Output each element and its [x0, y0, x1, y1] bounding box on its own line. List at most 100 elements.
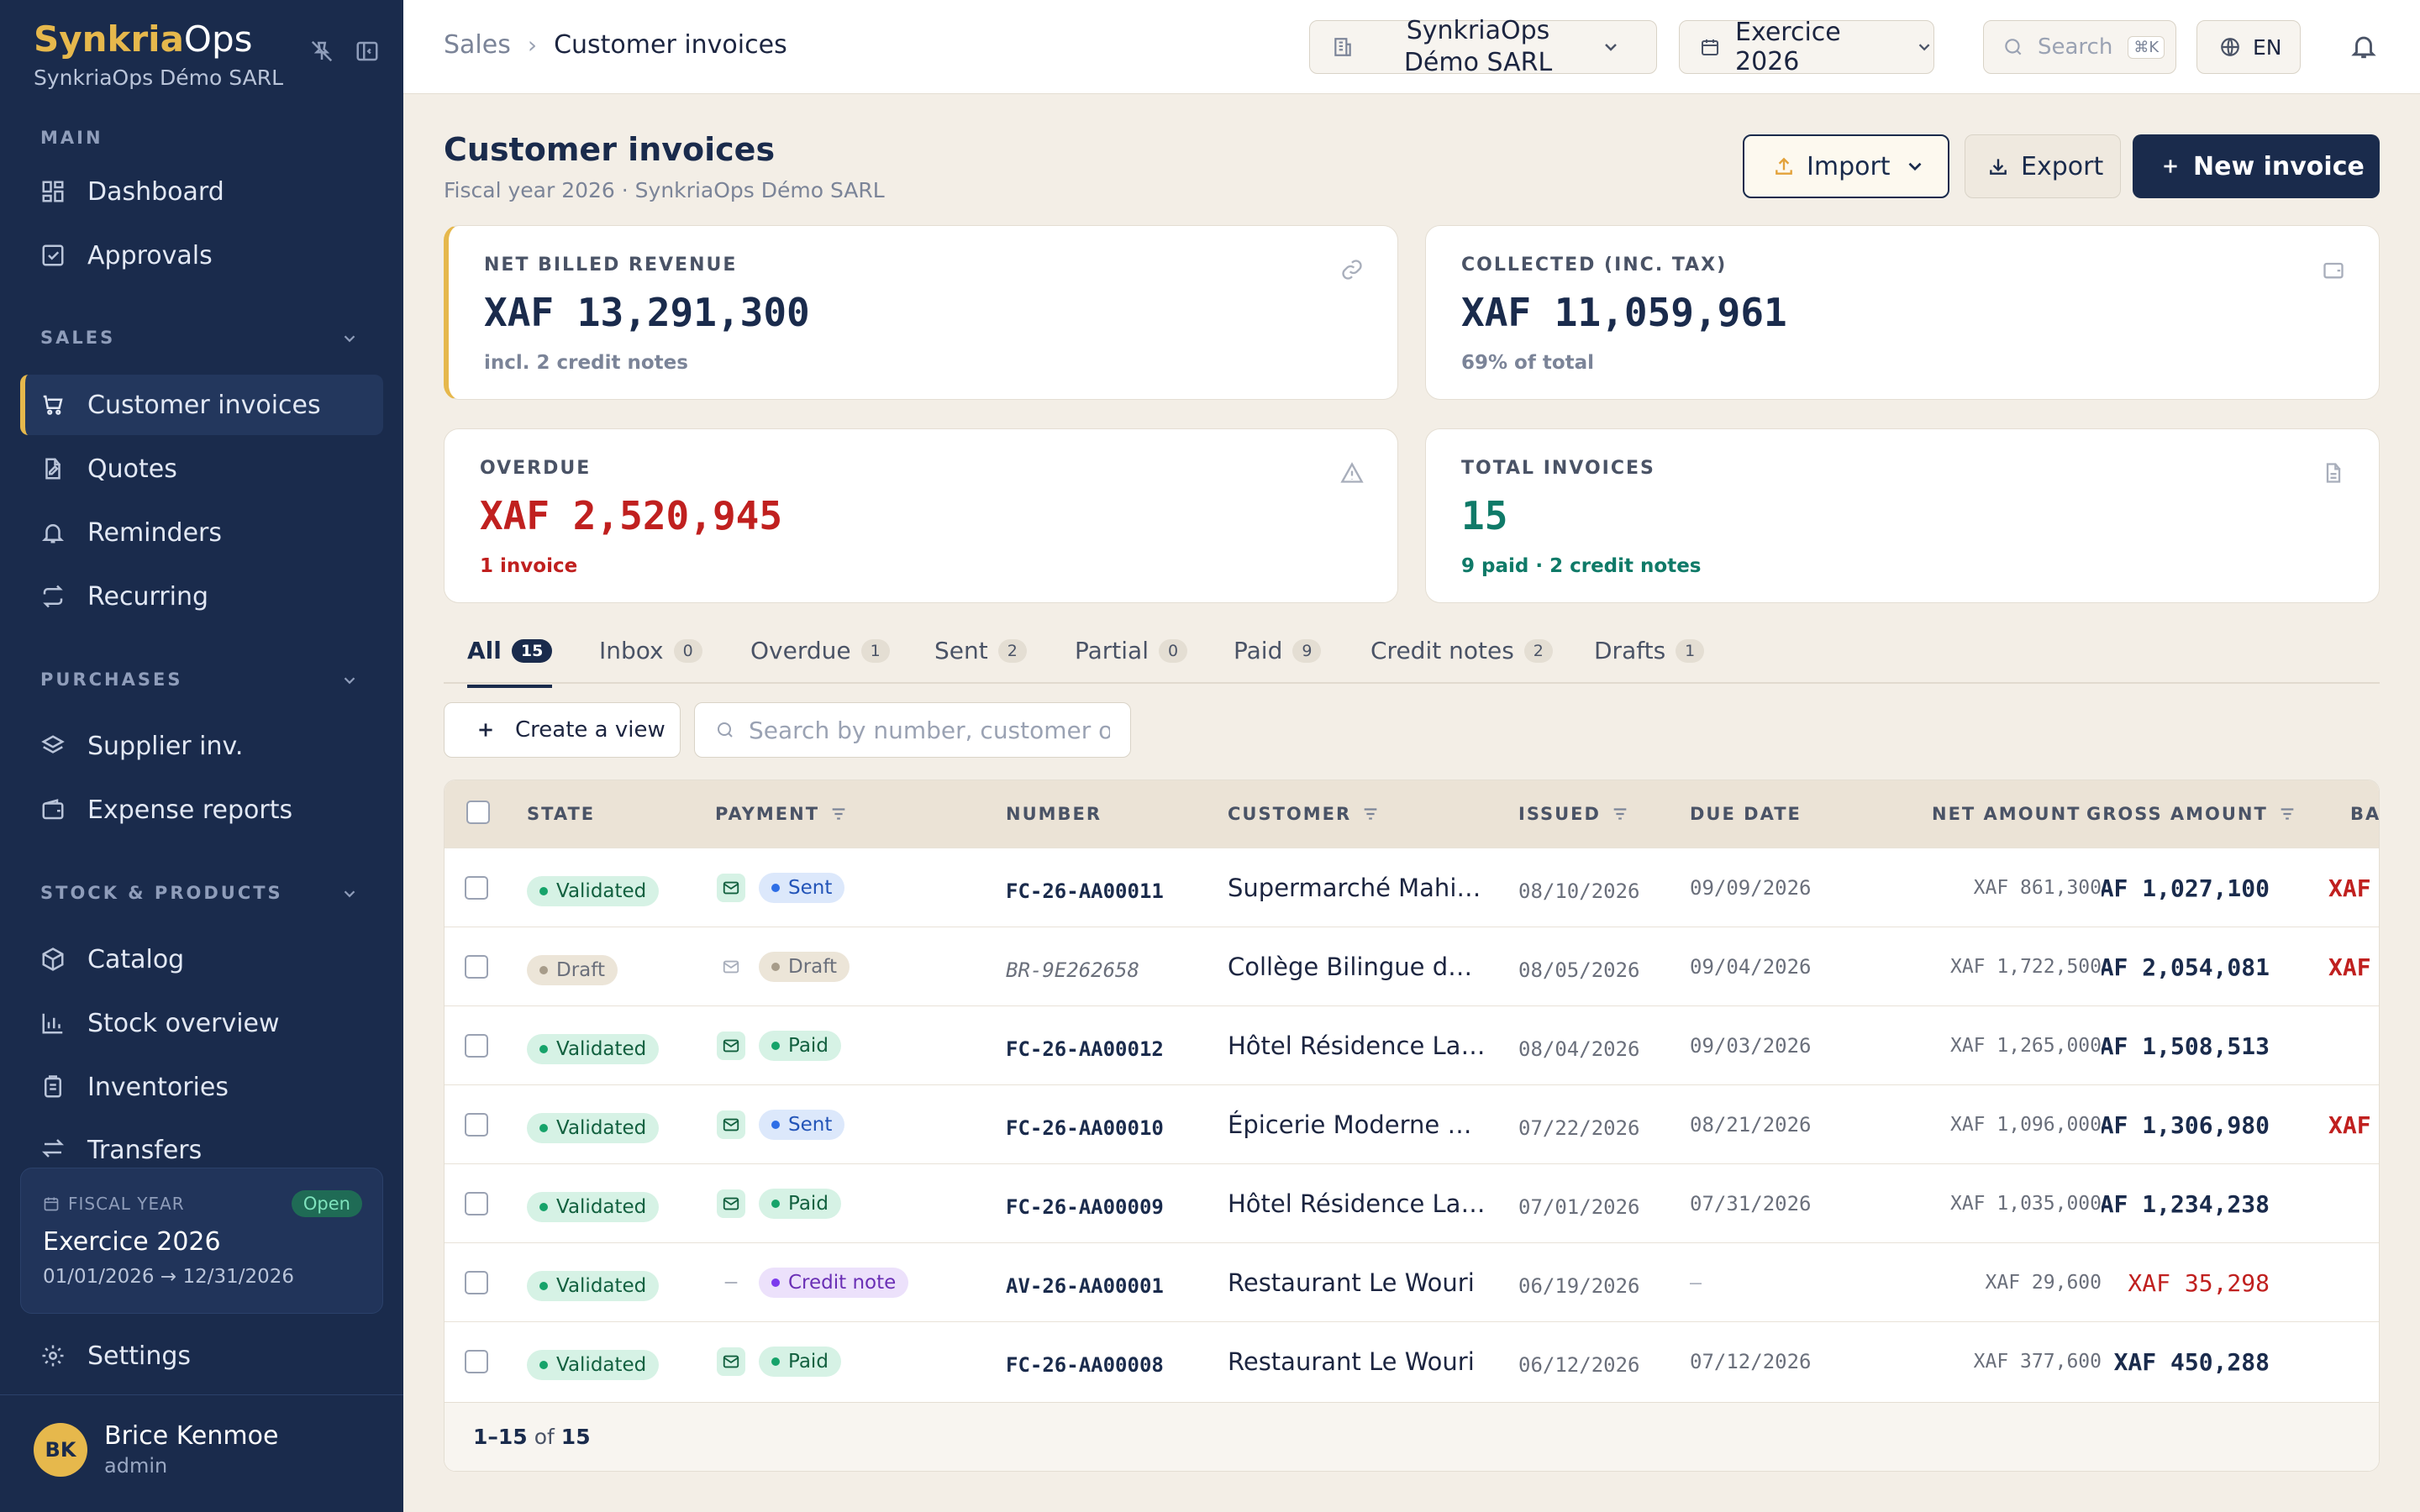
invoice-number[interactable]: FC-26-AA00010 [1006, 1089, 1164, 1168]
breadcrumb-parent[interactable]: Sales [444, 30, 511, 60]
tab-paid[interactable]: Paid 9 [1234, 637, 1322, 664]
email-sent-icon[interactable] [717, 1189, 745, 1218]
row-checkbox[interactable] [465, 876, 488, 900]
sidebar-item-label: Reminders [87, 517, 222, 548]
tab-credit-notes[interactable]: Credit notes 2 [1370, 637, 1553, 664]
filter-icon[interactable] [2278, 805, 2296, 823]
tab-overdue[interactable]: Overdue 1 [750, 637, 890, 664]
header-balance[interactable]: BA [2350, 804, 2379, 824]
tab-sent[interactable]: Sent 2 [934, 637, 1027, 664]
export-button[interactable]: Export [1965, 134, 2121, 198]
header-issued[interactable]: ISSUED [1518, 804, 1629, 824]
filter-icon[interactable] [1611, 805, 1629, 823]
customer-name[interactable]: Hôtel Résidence La… [1228, 1164, 1485, 1243]
tab-partial[interactable]: Partial 0 [1075, 637, 1188, 664]
row-checkbox[interactable] [465, 955, 488, 979]
row-checkbox[interactable] [465, 1034, 488, 1058]
sidebar-item-approvals[interactable]: Approvals [20, 225, 383, 286]
customer-name[interactable]: Épicerie Moderne … [1228, 1085, 1471, 1164]
customer-name[interactable]: Collège Bilingue d… [1228, 927, 1472, 1006]
email-sent-icon[interactable] [717, 874, 745, 902]
wallet-icon [42, 799, 64, 820]
company-select[interactable]: SynkriaOps Démo SARL [1309, 16, 1657, 77]
sidebar: SynkriaOps SynkriaOps Démo SARL MAIN Das… [0, 0, 403, 1512]
invoice-number[interactable]: AV-26-AA00001 [1006, 1247, 1164, 1326]
upload-icon [1776, 157, 1792, 175]
sidebar-item-transfers[interactable]: Transfers [20, 1121, 383, 1168]
header-due-date[interactable]: DUE DATE [1690, 804, 1802, 824]
tab-drafts[interactable]: Drafts 1 [1594, 637, 1705, 664]
table-row[interactable]: Validated Paid FC-26-AA00009 Hôtel Résid… [445, 1163, 2379, 1243]
fiscal-year-select[interactable]: Exercice 2026 [1679, 18, 1934, 76]
table-row[interactable]: Validated Paid FC-26-AA00008 Restaurant … [445, 1321, 2379, 1401]
header-gross-amount[interactable]: GROSS AMOUNT [2086, 804, 2296, 824]
table-row[interactable]: Validated Sent FC-26-AA00010 Épicerie Mo… [445, 1084, 2379, 1164]
customer-name[interactable]: Restaurant Le Wouri [1228, 1322, 1475, 1401]
row-checkbox[interactable] [465, 1271, 488, 1294]
sidebar-item-settings[interactable]: Settings [20, 1326, 383, 1386]
customer-name[interactable]: Restaurant Le Wouri [1228, 1243, 1475, 1322]
customer-name[interactable]: Hôtel Résidence La… [1228, 1006, 1485, 1085]
invoice-number[interactable]: FC-26-AA00008 [1006, 1326, 1164, 1404]
new-invoice-button[interactable]: New invoice [2133, 134, 2380, 198]
fiscal-year-card[interactable]: FISCAL YEAR Open Exercice 2026 01/01/202… [20, 1168, 383, 1314]
header-customer[interactable]: CUSTOMER [1228, 804, 1380, 824]
tab-inbox[interactable]: Inbox 0 [599, 637, 702, 664]
sidebar-item-dashboard[interactable]: Dashboard [20, 161, 383, 222]
company-name: SynkriaOps Démo SARL [34, 66, 284, 90]
create-view-button[interactable]: Create a view [444, 702, 681, 758]
sidebar-item-quotes[interactable]: Quotes [20, 438, 383, 499]
chevron-down-icon[interactable] [340, 885, 359, 903]
net-amount: XAF 861,300 [1973, 877, 2102, 899]
table-row[interactable]: Draft Draft BR-9E262658 Collège Bilingue… [445, 927, 2379, 1006]
email-icon[interactable] [717, 953, 745, 981]
row-checkbox[interactable] [465, 1350, 488, 1373]
table-row[interactable]: Validated Credit note AV-26-AA00001 Rest… [445, 1242, 2379, 1322]
brand-logo[interactable]: SynkriaOps [34, 18, 253, 60]
sidebar-item-stock-overview[interactable]: Stock overview [20, 993, 383, 1053]
section-stock[interactable]: STOCK & PRODUCTS [40, 883, 283, 903]
email-sent-icon[interactable] [717, 1347, 745, 1376]
email-sent-icon[interactable] [717, 1032, 745, 1060]
language-select[interactable]: EN [2196, 20, 2301, 74]
chevron-down-icon[interactable] [340, 671, 359, 690]
header-payment[interactable]: PAYMENT [715, 804, 848, 824]
sidebar-item-customer-invoices[interactable]: Customer invoices [20, 375, 383, 435]
sidebar-item-catalog[interactable]: Catalog [20, 929, 383, 990]
invoice-number[interactable]: BR-9E262658 [1006, 931, 1139, 1010]
sidebar-item-inventories[interactable]: Inventories [20, 1057, 383, 1117]
chevron-down-icon[interactable] [340, 329, 359, 348]
bell-icon[interactable] [2349, 32, 2378, 60]
global-search[interactable]: Search ⌘K [1983, 20, 2176, 74]
filter-icon[interactable] [829, 805, 848, 823]
user-profile[interactable]: BK Brice Kenmoe admin [34, 1421, 278, 1478]
table-row[interactable]: Validated Sent FC-26-AA00011 Supermarché… [445, 848, 2379, 927]
tab-all[interactable]: All 15 [467, 637, 553, 688]
section-purchases[interactable]: PURCHASES [40, 669, 182, 690]
sidebar-item-supplier-invoices[interactable]: Supplier inv. [20, 716, 383, 776]
invoice-number[interactable]: FC-26-AA00012 [1006, 1010, 1164, 1089]
sidebar-item-expense-reports[interactable]: Expense reports [20, 780, 383, 840]
issued-date: 08/05/2026 [1518, 958, 1640, 982]
sidebar-item-reminders[interactable]: Reminders [20, 502, 383, 563]
header-net-amount[interactable]: NET AMOUNT [1932, 804, 2081, 824]
select-all-checkbox[interactable] [466, 801, 490, 824]
section-sales[interactable]: SALES [40, 328, 115, 348]
payment-badge: Paid [759, 1031, 841, 1061]
collapse-sidebar-icon[interactable] [355, 39, 380, 64]
row-checkbox[interactable] [465, 1113, 488, 1137]
row-checkbox[interactable] [465, 1192, 488, 1215]
header-state[interactable]: STATE [527, 804, 595, 824]
invoice-number[interactable]: FC-26-AA00011 [1006, 852, 1164, 931]
pin-off-icon[interactable] [309, 39, 334, 64]
breadcrumb: Sales › Customer invoices [444, 30, 787, 60]
table-row[interactable]: Validated Paid FC-26-AA00012 Hôtel Résid… [445, 1005, 2379, 1085]
filter-icon[interactable] [1361, 805, 1380, 823]
sidebar-item-recurring[interactable]: Recurring [20, 566, 383, 627]
email-sent-icon[interactable] [717, 1110, 745, 1139]
customer-name[interactable]: Supermarché Mahi… [1228, 848, 1481, 927]
header-number[interactable]: NUMBER [1006, 804, 1102, 824]
import-button[interactable]: Import [1743, 134, 1949, 198]
search-input[interactable] [749, 716, 1110, 744]
invoice-number[interactable]: FC-26-AA00009 [1006, 1168, 1164, 1247]
